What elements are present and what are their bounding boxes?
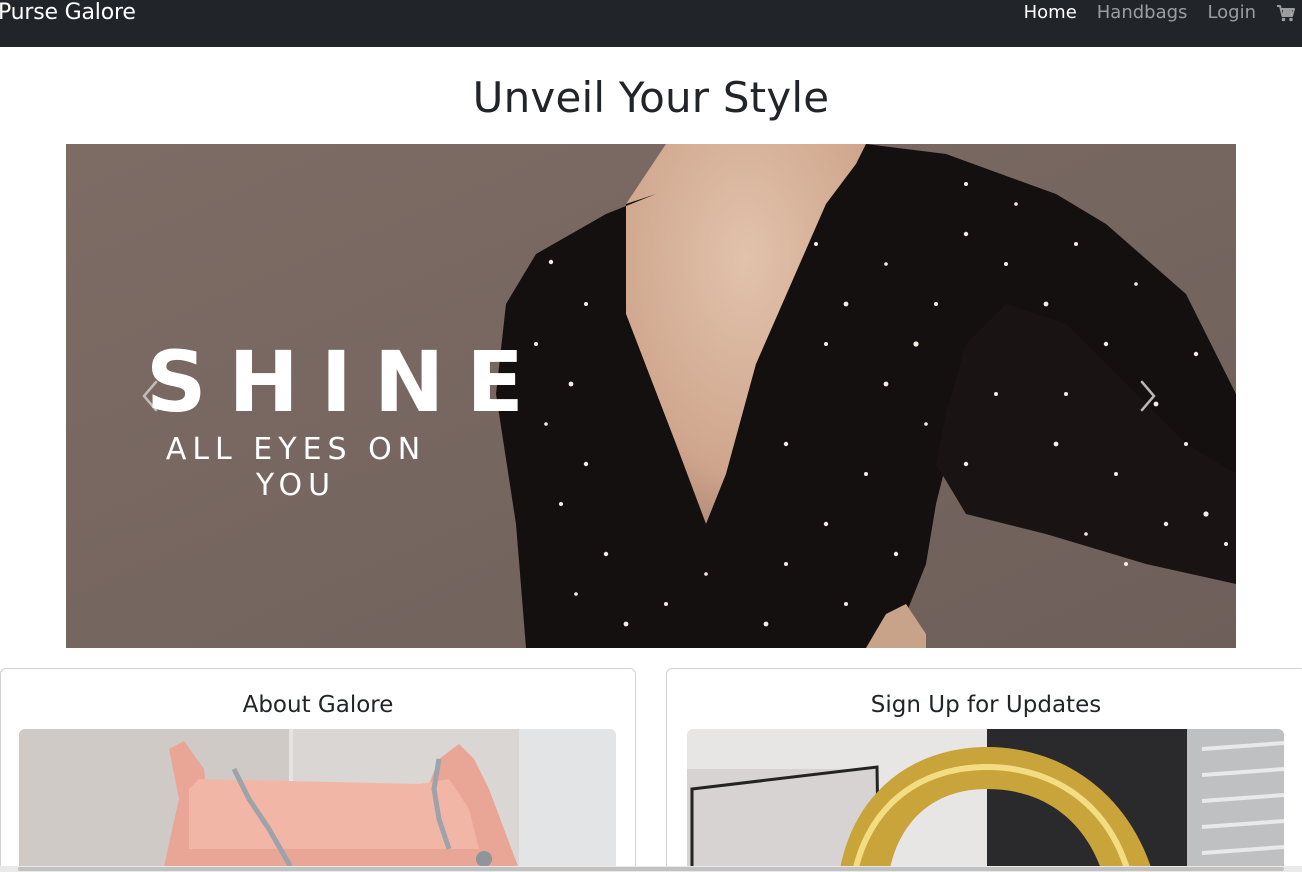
- page-title: Unveil Your Style: [472, 73, 830, 122]
- nav-link-home[interactable]: Home: [1024, 0, 1077, 26]
- chevron-left-icon[interactable]: [136, 376, 166, 416]
- signup-card-image: [687, 729, 1284, 872]
- nav-link-login[interactable]: Login: [1207, 0, 1256, 26]
- signup-card-title: Sign Up for Updates: [870, 692, 1102, 718]
- nav-link-handbags[interactable]: Handbags: [1097, 0, 1188, 26]
- brand-link[interactable]: Purse Galore: [0, 0, 136, 26]
- signup-card: Sign Up for Updates: [666, 668, 1302, 872]
- carousel-caption: SHINE ALL EYES ON YOU: [126, 333, 546, 504]
- cart-icon[interactable]: [1276, 3, 1296, 23]
- about-card: About Galore: [0, 668, 636, 872]
- carousel-headline: SHINE: [146, 333, 546, 431]
- nav-links: Home Handbags Login: [1004, 0, 1302, 26]
- about-card-image: [19, 729, 616, 872]
- carousel-tagline: ALL EYES ON YOU: [165, 432, 427, 503]
- hero-carousel: SHINE ALL EYES ON YOU: [66, 144, 1236, 648]
- chevron-right-icon[interactable]: [1132, 376, 1162, 416]
- horizontal-scrollbar[interactable]: [0, 866, 1302, 872]
- scrollbar-thumb[interactable]: [18, 867, 1284, 871]
- about-card-title: About Galore: [242, 692, 394, 718]
- navbar: Purse Galore Home Handbags Login: [0, 0, 1302, 47]
